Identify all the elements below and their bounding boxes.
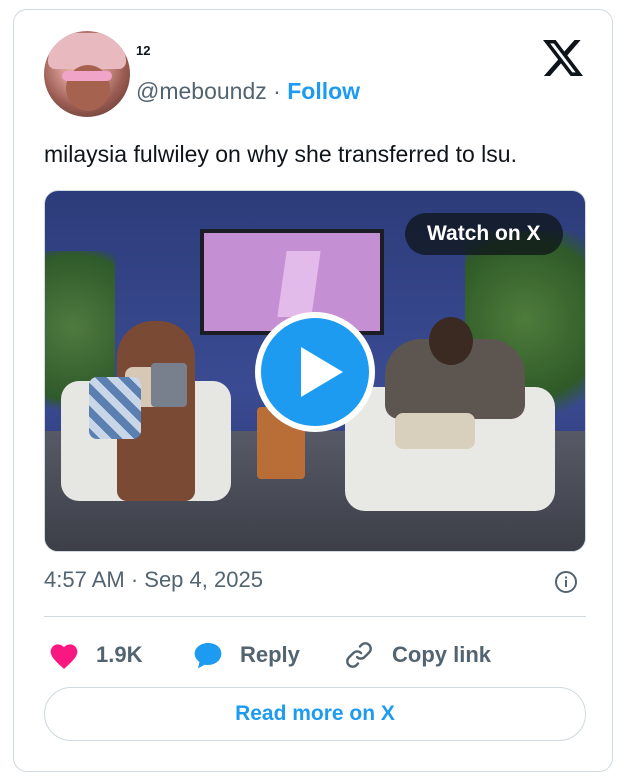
- follow-button[interactable]: Follow: [287, 78, 360, 104]
- x-logo-icon[interactable]: [543, 38, 583, 78]
- user-handle[interactable]: @meboundz: [136, 78, 267, 104]
- person-right-head: [429, 317, 473, 365]
- avatar[interactable]: [44, 31, 130, 117]
- avatar-headband: [62, 71, 112, 81]
- embedded-post-card: 12 @meboundz · Follow milaysia fulwiley …: [13, 9, 613, 772]
- post-timestamp[interactable]: 4:57 AM · Sep 4, 2025: [44, 567, 263, 593]
- avatar-headwear: [48, 33, 126, 69]
- divider: [44, 616, 586, 617]
- link-icon: [346, 642, 372, 668]
- like-button[interactable]: 1.9K: [48, 632, 142, 678]
- play-button[interactable]: [255, 312, 375, 432]
- person-right-shorts: [395, 413, 475, 449]
- copy-link-button[interactable]: Copy link: [342, 632, 491, 678]
- speech-bubble-icon: [194, 643, 222, 669]
- like-count: 1.9K: [96, 642, 143, 667]
- post-text: milaysia fulwiley on why she transferred…: [44, 141, 517, 167]
- tv-logo-mark: [277, 251, 321, 317]
- reply-button[interactable]: Reply: [192, 632, 300, 678]
- copy-link-label: Copy link: [392, 642, 492, 667]
- display-name[interactable]: 12: [136, 43, 150, 58]
- play-icon: [301, 347, 343, 397]
- pillow: [89, 377, 141, 439]
- read-more-button[interactable]: Read more on X: [44, 687, 586, 741]
- reply-label: Reply: [240, 642, 300, 667]
- tablet: [151, 363, 187, 407]
- heart-icon: [50, 644, 78, 669]
- handle-separator: ·: [273, 78, 281, 104]
- handle-row: @meboundz · Follow: [136, 78, 360, 105]
- action-bar: 1.9K Reply Copy link: [44, 632, 586, 678]
- video-thumbnail[interactable]: Watch on X: [44, 190, 586, 552]
- info-icon[interactable]: [554, 570, 578, 594]
- watch-on-x-button[interactable]: Watch on X: [405, 213, 563, 255]
